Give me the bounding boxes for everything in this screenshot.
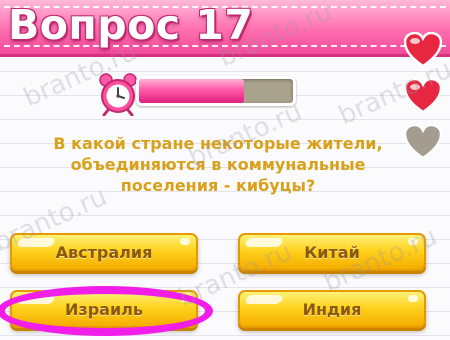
answer-button-china[interactable]: Китай <box>238 233 426 271</box>
answer-label: Австралия <box>55 242 153 262</box>
button-shine <box>408 295 418 302</box>
button-shine <box>180 238 190 245</box>
question-line: В какой стране некоторые жители, <box>53 134 383 153</box>
button-shine <box>244 295 284 304</box>
answer-label: Израиль <box>65 299 143 319</box>
alarm-clock-icon <box>99 73 137 116</box>
header-banner: Вопрос 17 <box>0 0 450 57</box>
question-line: объединяются в коммунальные <box>70 155 366 174</box>
button-shine <box>180 295 190 302</box>
button-shine <box>16 295 56 304</box>
button-shine <box>16 238 56 247</box>
button-shine <box>244 238 284 247</box>
life-heart-icon <box>404 78 442 114</box>
answer-button-israel[interactable]: Израиль <box>10 290 198 328</box>
answer-button-india[interactable]: Индия <box>238 290 426 328</box>
button-shine <box>408 238 418 245</box>
answer-button-australia[interactable]: Австралия <box>10 233 198 271</box>
answer-label: Китай <box>304 242 360 262</box>
question-line: поселения - кибуцы? <box>120 176 316 195</box>
question-text: В какой стране некоторые жители, объедин… <box>18 133 418 196</box>
timer-bar <box>136 76 296 106</box>
answer-label: Индия <box>302 299 362 319</box>
question-number-title: Вопрос 17 <box>8 1 254 49</box>
life-heart-icon <box>404 32 442 68</box>
timer-bar-fill <box>139 79 244 103</box>
